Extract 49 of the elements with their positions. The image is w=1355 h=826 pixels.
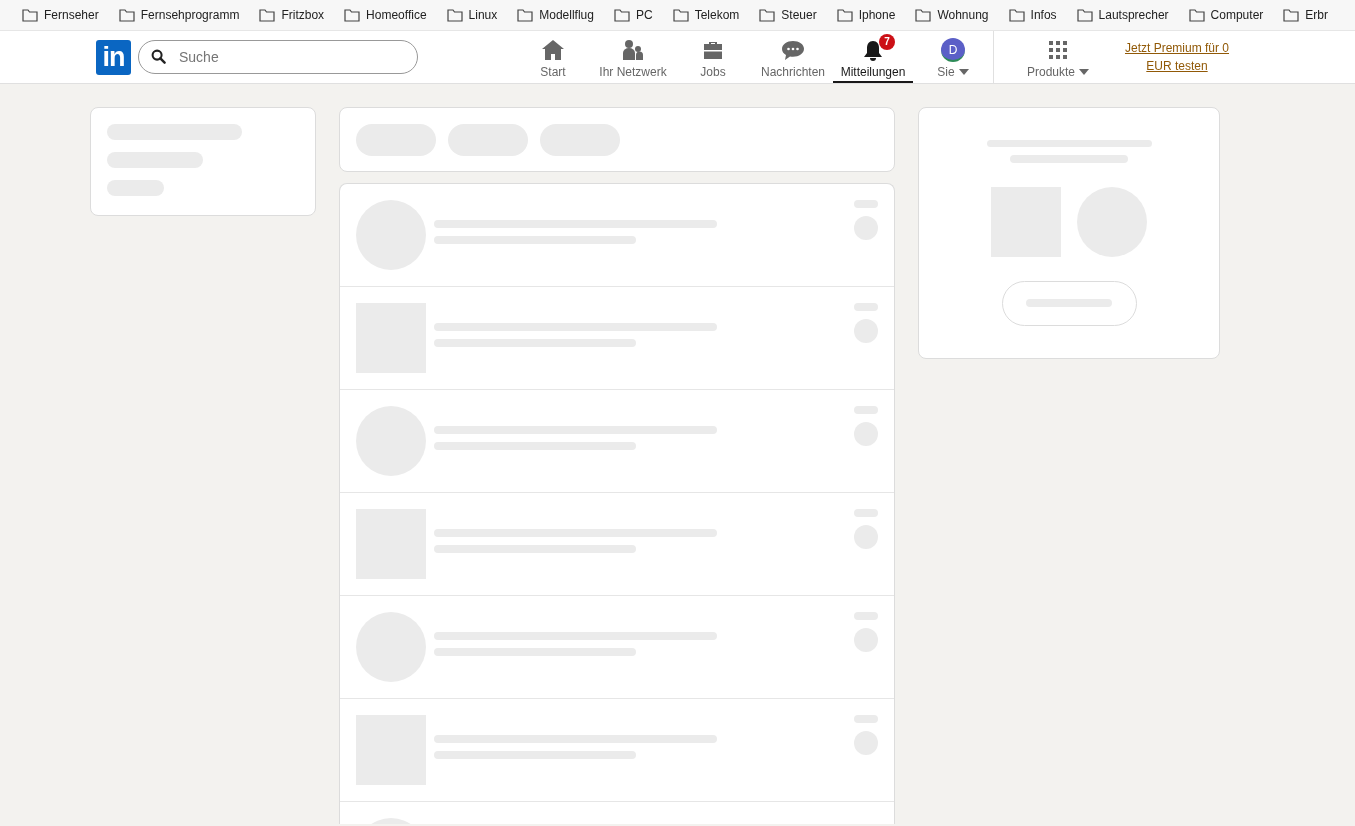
bookmark[interactable]: Erbr <box>1283 6 1328 24</box>
grid-icon <box>1048 40 1068 60</box>
bookmark[interactable]: Modellflug <box>517 6 594 24</box>
search-field[interactable]: Suche <box>138 40 418 74</box>
folder-icon <box>22 8 38 22</box>
folder-icon <box>1008 8 1025 22</box>
folder-icon <box>613 8 630 22</box>
premium-link[interactable]: Jetzt Premium für 0 EUR testen <box>1122 39 1232 75</box>
bookmark[interactable]: Infos <box>1008 6 1057 24</box>
bookmark[interactable]: Homeoffice <box>344 6 427 24</box>
search-icon <box>151 49 166 64</box>
folder-icon <box>1188 8 1205 22</box>
bookmark[interactable]: Iphone <box>836 6 896 24</box>
folder-icon <box>259 8 276 22</box>
nav-item[interactable]: Start <box>513 31 593 83</box>
avatar: D <box>941 38 965 62</box>
home-icon <box>541 39 565 61</box>
bookmark[interactable]: Linux <box>446 6 498 24</box>
folder-icon <box>344 8 361 22</box>
bookmark[interactable]: PC <box>613 6 653 24</box>
nav-item[interactable]: Ihr Netzwerk <box>593 31 673 83</box>
folder-icon <box>118 8 135 22</box>
briefcase-icon <box>701 39 725 61</box>
bookmark[interactable]: Lautsprecher <box>1076 6 1169 24</box>
folder-icon <box>1283 8 1300 22</box>
nav-item[interactable]: Jobs <box>673 31 753 83</box>
folder-icon <box>517 8 534 22</box>
notification-badge: 7 <box>879 34 895 50</box>
folder-icon <box>446 8 463 22</box>
bookmark[interactable]: Fernsehprogramm <box>118 6 240 24</box>
folder-icon <box>759 8 776 22</box>
bell-icon <box>861 39 885 61</box>
nav-item[interactable]: D Sie <box>913 31 993 83</box>
nav-item[interactable]: 7 Mitteilungen <box>833 31 913 83</box>
chat-bubble-icon <box>781 39 805 61</box>
bookmark[interactable]: Wohnung <box>915 6 989 24</box>
bookmark[interactable]: Computer <box>1188 6 1264 24</box>
people-icon <box>621 39 645 61</box>
folder-icon <box>836 8 853 22</box>
folder-icon <box>915 8 932 22</box>
bookmark[interactable]: Steuer <box>759 6 817 24</box>
logo: in <box>96 39 131 75</box>
folder-icon <box>672 8 689 22</box>
bookmark[interactable]: Fritzbox <box>259 6 325 24</box>
bookmark[interactable]: Fernseher <box>22 6 99 24</box>
folder-icon <box>1076 8 1093 22</box>
nav-item[interactable]: Nachrichten <box>753 31 833 83</box>
products-menu[interactable]: Produkte <box>1010 31 1106 83</box>
bookmark[interactable]: Telekom <box>672 6 740 24</box>
